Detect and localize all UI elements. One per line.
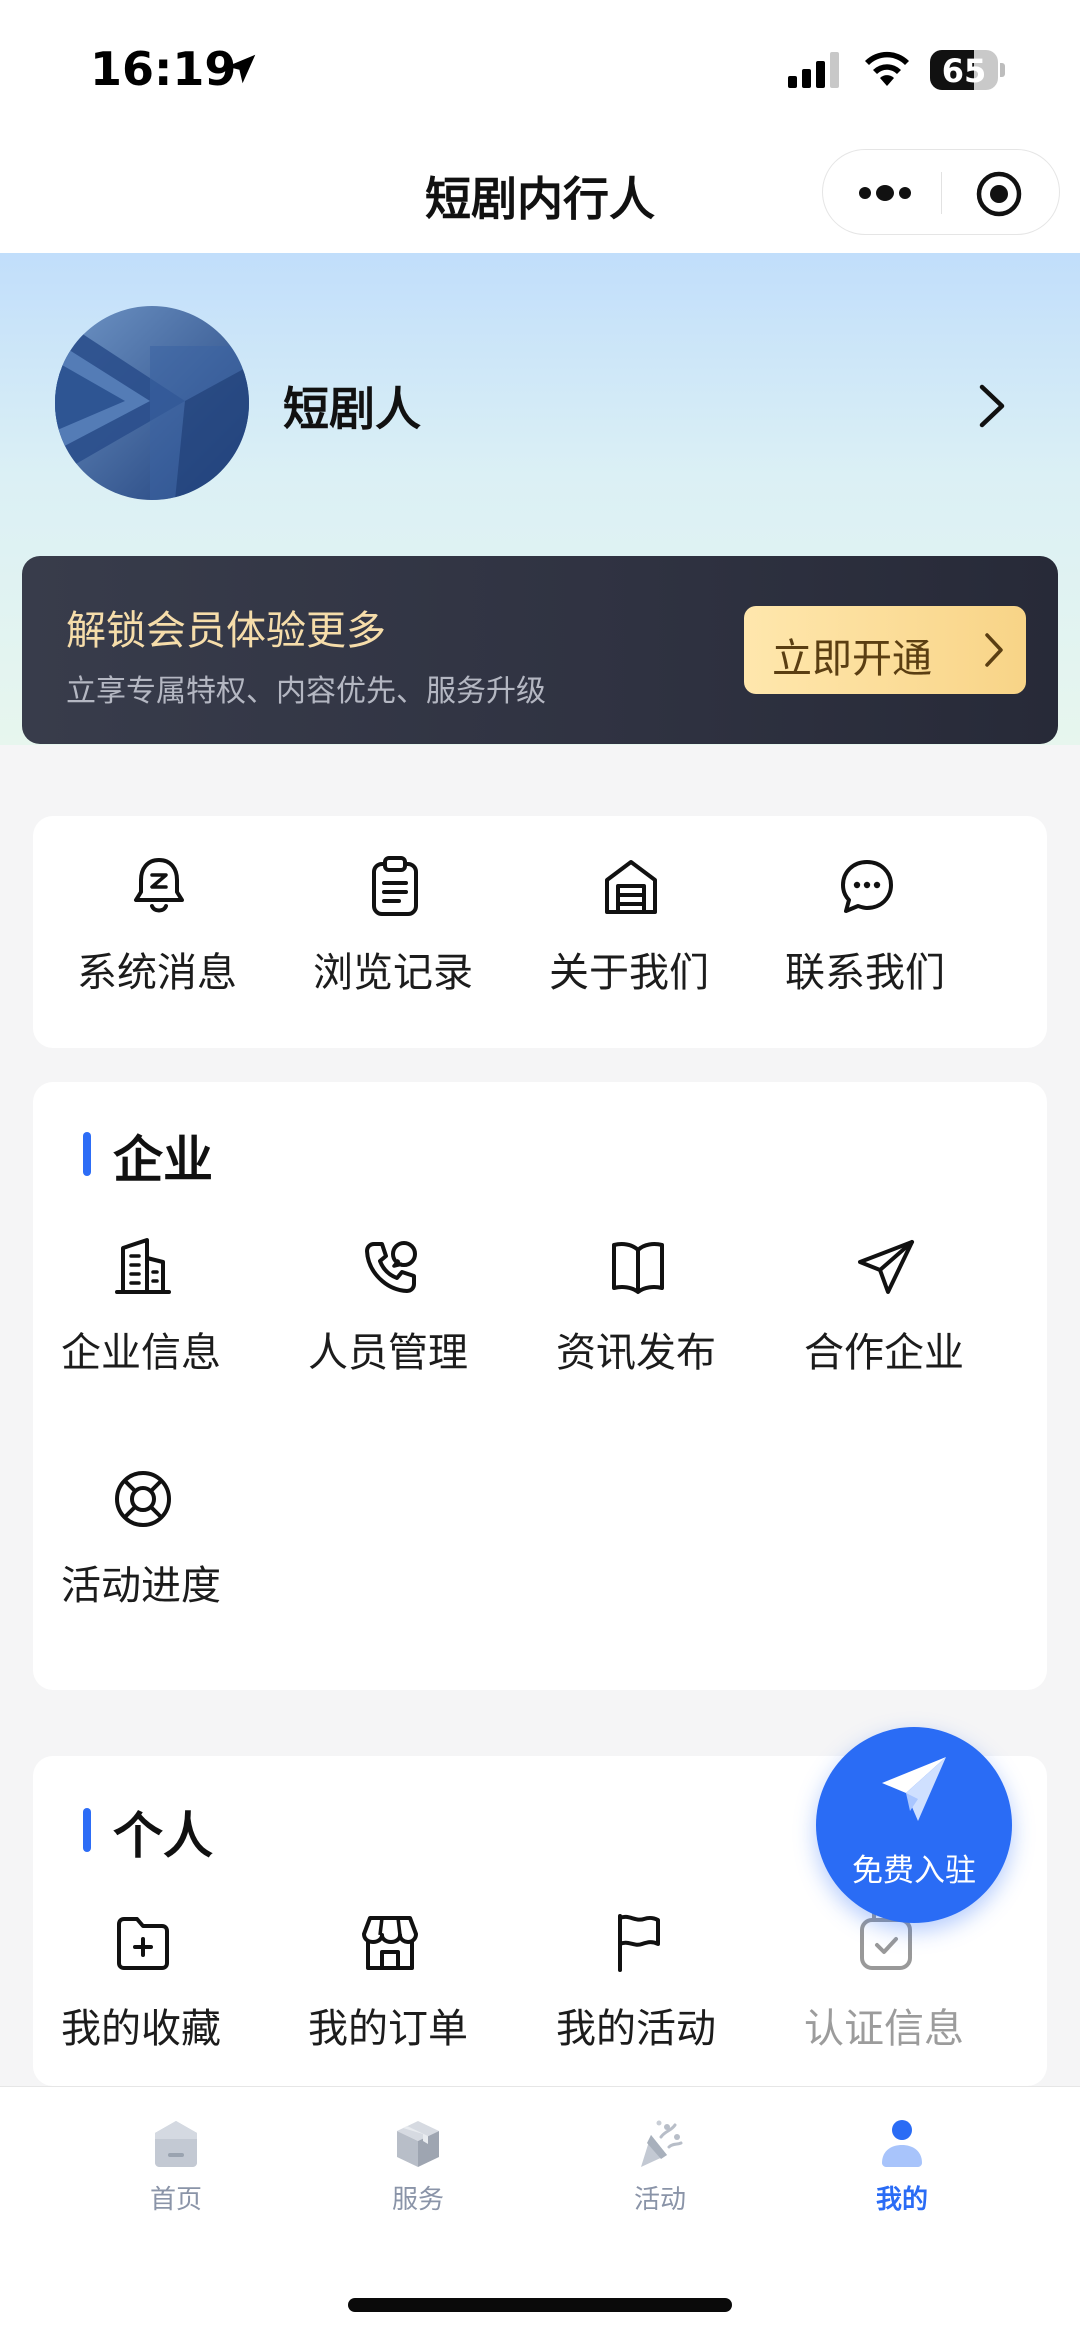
paper-plane-icon: [858, 1240, 914, 1294]
section-accent-bar: [83, 1808, 91, 1852]
home-indicator: [348, 2298, 732, 2312]
chevron-right-icon: [985, 633, 1003, 667]
send-icon: [882, 1757, 946, 1821]
my-orders[interactable]: 我的订单: [270, 1910, 506, 2080]
enterprise-item-label: 企业信息: [61, 1330, 221, 1376]
my-favorites[interactable]: 我的收藏: [23, 1910, 259, 2080]
tab-label: 活动: [633, 2185, 686, 2215]
nav-bar: 短剧内行人: [0, 135, 1080, 253]
tab-label: 首页: [149, 2185, 202, 2215]
quick-action-label: 系统消息: [77, 950, 237, 996]
section-title: 企业: [113, 1131, 213, 1189]
chat-icon: [841, 860, 893, 913]
bell-icon: [134, 858, 184, 913]
my-activities[interactable]: 我的活动: [518, 1910, 754, 2080]
personal-item-label: 我的订单: [308, 2006, 468, 2052]
staff-management[interactable]: 人员管理: [270, 1234, 506, 1404]
username[interactable]: 短剧人: [283, 373, 421, 439]
quick-action-label: 关于我们: [549, 950, 709, 996]
vip-title: 解锁会员体验更多: [66, 608, 386, 654]
signal-icon: [788, 52, 839, 88]
avatar-image: [55, 306, 249, 500]
tab-activities[interactable]: 活动: [580, 2117, 740, 2227]
free-join-label: 免费入驻: [852, 1853, 976, 1889]
folder-plus-icon: [117, 1917, 169, 1970]
enterprise-section: 企业 企业信息 人员管理 资讯发布 合作企业 活动进度: [33, 1082, 1047, 1690]
book-open-icon: [612, 1242, 664, 1294]
verification-info[interactable]: 认证信息: [766, 1910, 1002, 2080]
section-accent-bar: [83, 1132, 91, 1176]
mini-program-capsule: [822, 149, 1060, 235]
partner-enterprises[interactable]: 合作企业: [766, 1234, 1002, 1404]
enterprise-item-label: 资讯发布: [556, 1330, 716, 1376]
more-icon[interactable]: [857, 180, 913, 206]
quick-action-system-messages[interactable]: 系统消息: [39, 854, 275, 1024]
office-building-icon: [115, 1238, 171, 1294]
enterprise-item-label: 活动进度: [61, 1563, 221, 1609]
enterprise-item-label: 合作企业: [804, 1330, 964, 1376]
store-icon: [362, 1916, 418, 1970]
avatar[interactable]: [55, 306, 249, 500]
tab-label: 服务: [391, 2185, 444, 2215]
section-title: 个人: [113, 1807, 213, 1865]
location-arrow-icon: [226, 54, 256, 84]
enterprise-item-label: 人员管理: [308, 1330, 468, 1376]
lifebuoy-icon: [115, 1471, 171, 1527]
tab-label: 我的: [875, 2185, 928, 2215]
vip-button-label: 立即开通: [772, 636, 932, 682]
chevron-right-icon[interactable]: [976, 381, 1008, 431]
news-publish[interactable]: 资讯发布: [518, 1234, 754, 1404]
activity-progress[interactable]: 活动进度: [23, 1467, 259, 1637]
flag-icon: [618, 1914, 660, 1972]
quick-action-label: 浏览记录: [313, 950, 473, 996]
phone-call-icon: [365, 1241, 417, 1293]
battery-icon: 65: [930, 50, 1005, 90]
tab-mine[interactable]: 我的: [822, 2117, 982, 2227]
quick-action-label: 联系我们: [785, 950, 945, 996]
home-icon: [155, 2121, 197, 2167]
vip-banner[interactable]: 解锁会员体验更多 立享专属特权、内容优先、服务升级 立即开通: [22, 556, 1058, 744]
building-icon: [605, 860, 657, 914]
personal-item-label: 认证信息: [804, 2006, 964, 2052]
tab-home[interactable]: 首页: [96, 2117, 256, 2227]
battery-level: 65: [941, 52, 987, 90]
vip-activate-button[interactable]: 立即开通: [744, 606, 1026, 694]
personal-item-label: 我的收藏: [61, 2006, 221, 2052]
party-popper-icon: [641, 2120, 683, 2167]
quick-actions-card: 系统消息 浏览记录 关于我们 联系我们: [33, 816, 1047, 1048]
user-icon: [882, 2120, 922, 2167]
enterprise-info[interactable]: 企业信息: [23, 1234, 259, 1404]
status-bar: 16:19 65: [0, 0, 1080, 135]
personal-item-label: 我的活动: [556, 2006, 716, 2052]
box-icon: [397, 2121, 439, 2167]
close-target-icon[interactable]: [975, 170, 1023, 218]
quick-action-browsing-history[interactable]: 浏览记录: [275, 854, 511, 1024]
tab-services[interactable]: 服务: [338, 2117, 498, 2227]
free-join-button[interactable]: 免费入驻: [816, 1727, 1012, 1923]
vip-subtitle: 立享专属特权、内容优先、服务升级: [66, 674, 546, 709]
quick-action-about-us[interactable]: 关于我们: [511, 854, 747, 1024]
quick-action-contact-us[interactable]: 联系我们: [747, 854, 983, 1024]
status-time: 16:19: [90, 42, 237, 96]
wifi-icon: [865, 51, 909, 86]
clipboard-icon: [372, 856, 418, 916]
